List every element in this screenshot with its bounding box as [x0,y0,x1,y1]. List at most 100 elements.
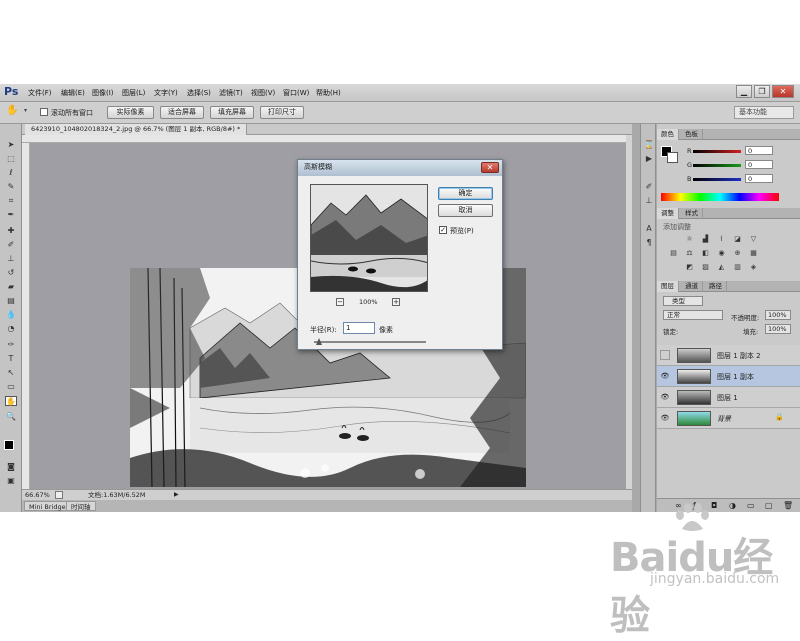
layer-row[interactable]: 👁 图层 1 副本 [657,366,800,387]
brightness-icon[interactable]: ☼ [685,235,694,243]
type-tool-icon[interactable]: T [5,354,17,364]
gradient-map-icon[interactable]: ▥ [733,263,742,271]
eyedropper-tool-icon[interactable]: ✒ [5,210,17,220]
clone-source-icon[interactable]: ⊥ [643,196,655,206]
channel-b-slider[interactable] [693,178,741,181]
filter-preview[interactable] [310,184,428,292]
tab-styles[interactable]: 样式 [681,208,703,219]
color-spectrum[interactable] [661,193,779,201]
layer-row[interactable]: 图层 1 副本 2 [657,345,800,366]
healing-tool-icon[interactable]: ✚ [5,226,17,236]
layer-row[interactable]: 👁 背景 🔒 [657,408,800,429]
screen-mode-icon[interactable]: ▣ [5,476,17,486]
eye-icon[interactable]: 👁 [660,371,670,381]
preview-checkbox[interactable]: ✓ [439,226,447,234]
menu-edit[interactable]: 编辑(E) [61,88,85,98]
opacity-input[interactable]: 100% [765,310,791,320]
channel-b-value[interactable]: 0 [745,174,773,183]
actual-pixels-button[interactable]: 实际像素 [107,106,154,119]
bg-color-chip[interactable] [667,152,678,163]
ok-button[interactable]: 确定 [438,187,493,200]
channel-g-value[interactable]: 0 [745,160,773,169]
path-select-tool-icon[interactable]: ↖ [5,368,17,378]
zoom-out-button[interactable]: − [336,298,344,306]
hand-tool-icon[interactable]: ✋ [6,105,18,116]
posterize-icon[interactable]: ▨ [701,263,710,271]
close-button[interactable]: ✕ [772,85,794,98]
color-lookup-icon[interactable]: ▦ [749,249,758,257]
history-brush-tool-icon[interactable]: ↺ [5,268,17,278]
channel-mixer-icon[interactable]: ⊕ [733,249,742,257]
restore-button[interactable]: ❐ [754,85,770,98]
menu-select[interactable]: 选择(S) [187,88,211,98]
blend-mode-select[interactable]: 正常 [663,310,723,320]
zoom-in-button[interactable]: + [392,298,400,306]
export-icon[interactable] [55,491,63,499]
menu-image[interactable]: 图像(I) [92,88,114,98]
tab-timeline[interactable]: 时间轴 [66,501,96,511]
tab-layers[interactable]: 图层 [657,281,679,292]
workspace-select[interactable]: 基本功能 [734,106,794,119]
brush-panel-icon[interactable]: ✐ [643,182,655,192]
eraser-tool-icon[interactable]: ▰ [5,282,17,292]
dialog-close-button[interactable]: ✕ [481,162,499,173]
invert-icon[interactable]: ◩ [685,263,694,271]
fill-screen-button[interactable]: 填充屏幕 [210,106,254,119]
quick-mask-icon[interactable]: ◙ [5,462,17,472]
eye-icon[interactable]: 👁 [660,392,670,402]
move-tool-icon[interactable]: ➤ [5,140,17,150]
lasso-tool-icon[interactable]: ℓ [5,168,17,178]
crop-tool-icon[interactable]: ⌗ [5,196,17,206]
vertical-scrollbar[interactable] [626,135,632,489]
exposure-icon[interactable]: ◪ [733,235,742,243]
actions-icon[interactable]: ▶ [643,154,655,164]
pen-tool-icon[interactable]: ✑ [5,340,17,350]
shape-tool-icon[interactable]: ▭ [5,382,17,392]
stamp-tool-icon[interactable]: ⊥ [5,254,17,264]
menu-file[interactable]: 文件(F) [28,88,52,98]
dialog-title-bar[interactable]: 高斯模糊 [298,160,502,176]
fill-input[interactable]: 100% [765,324,791,334]
brush-tool-icon[interactable]: ✐ [5,240,17,250]
vibrance-icon[interactable]: ▽ [749,235,758,243]
dodge-tool-icon[interactable]: ◔ [5,324,17,334]
radius-input[interactable]: 1 [343,322,375,334]
tab-color[interactable]: 颜色 [657,129,679,140]
document-tab[interactable]: 6423910_104802018324_2.jpg @ 66.7% (图层 1… [25,124,248,135]
channel-r-value[interactable]: 0 [745,146,773,155]
selective-color-icon[interactable]: ◈ [749,263,758,271]
hue-sat-icon[interactable]: ▤ [669,249,678,257]
channel-g-slider[interactable] [693,164,741,167]
zoom-level[interactable]: 66.67% [25,490,50,500]
cancel-button[interactable]: 取消 [438,204,493,217]
chevron-down-icon[interactable]: ▾ [24,107,27,114]
scroll-all-checkbox[interactable] [40,108,48,116]
menu-filter[interactable]: 滤镜(T) [219,88,243,98]
menu-layer[interactable]: 图层(L) [122,88,145,98]
color-balance-icon[interactable]: ⚖ [685,249,694,257]
tab-adjustments[interactable]: 调整 [657,208,679,219]
fit-screen-button[interactable]: 适合屏幕 [160,106,204,119]
marquee-tool-icon[interactable]: ⬚ [5,154,17,164]
blur-tool-icon[interactable]: 💧 [5,310,17,320]
layer-kind-filter[interactable]: 类型 [663,296,703,306]
status-menu-arrow-icon[interactable]: ▶ [174,490,179,500]
quick-select-tool-icon[interactable]: ✎ [5,182,17,192]
hand-tool-icon[interactable]: ✋ [5,396,17,406]
channel-r-slider[interactable] [693,150,741,153]
zoom-tool-icon[interactable]: 🔍 [5,412,17,422]
tab-channels[interactable]: 通道 [681,281,703,292]
photo-filter-icon[interactable]: ◉ [717,249,726,257]
menu-window[interactable]: 窗口(W) [283,88,309,98]
print-size-button[interactable]: 打印尺寸 [260,106,304,119]
bw-icon[interactable]: ◧ [701,249,710,257]
curves-icon[interactable]: ⌇ [717,235,726,243]
foreground-color-swatch[interactable] [4,440,14,450]
paragraph-icon[interactable]: ¶ [643,238,655,248]
radius-slider-track[interactable] [314,341,426,343]
eye-icon[interactable]: 👁 [660,413,670,423]
tab-mini-bridge[interactable]: Mini Bridge [24,501,71,511]
menu-type[interactable]: 文字(Y) [154,88,178,98]
gradient-tool-icon[interactable]: ▤ [5,296,17,306]
threshold-icon[interactable]: ◭ [717,263,726,271]
